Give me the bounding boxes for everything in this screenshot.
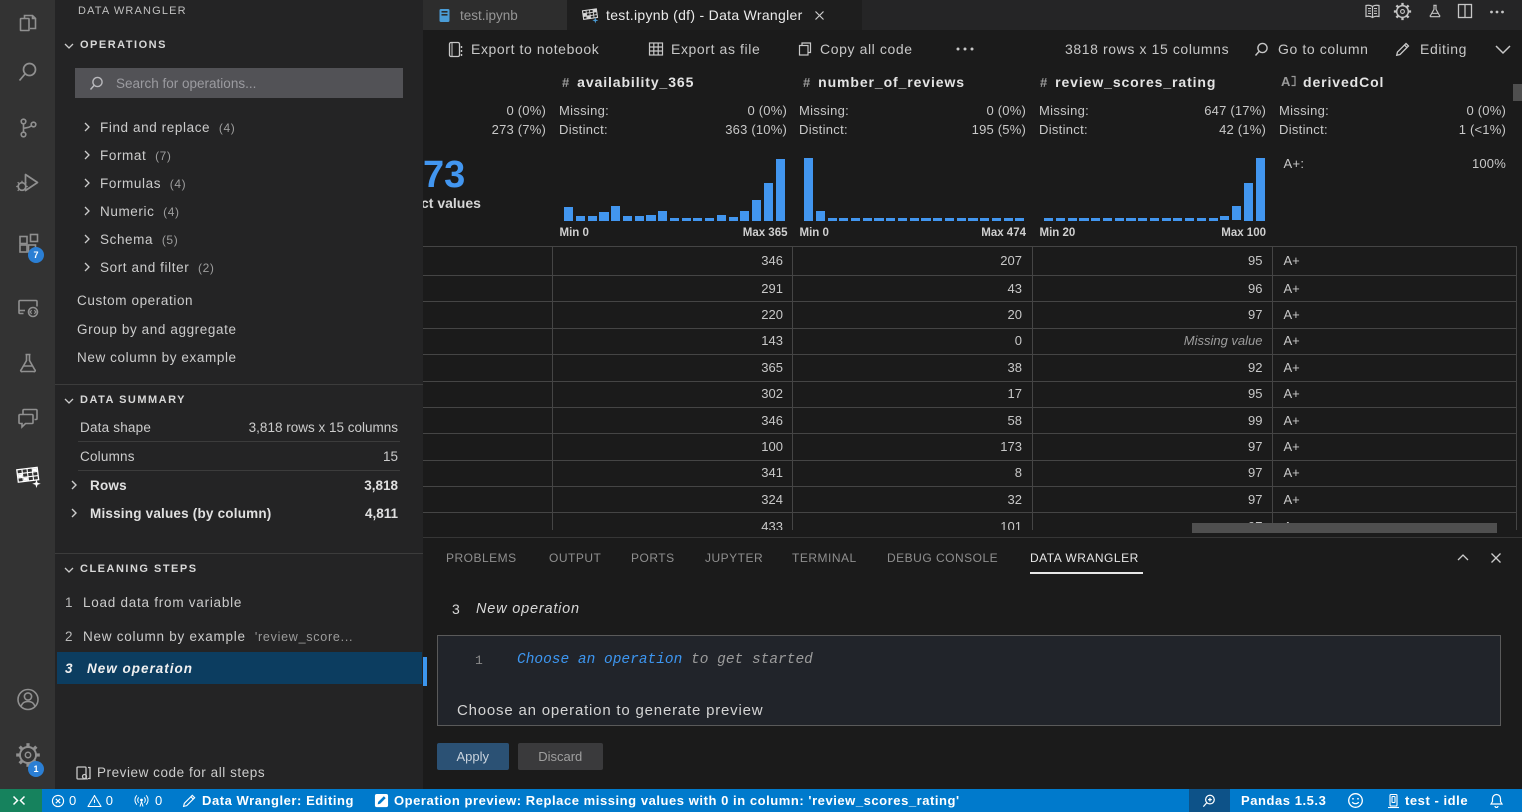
svg-text:A: A [1281,74,1291,89]
